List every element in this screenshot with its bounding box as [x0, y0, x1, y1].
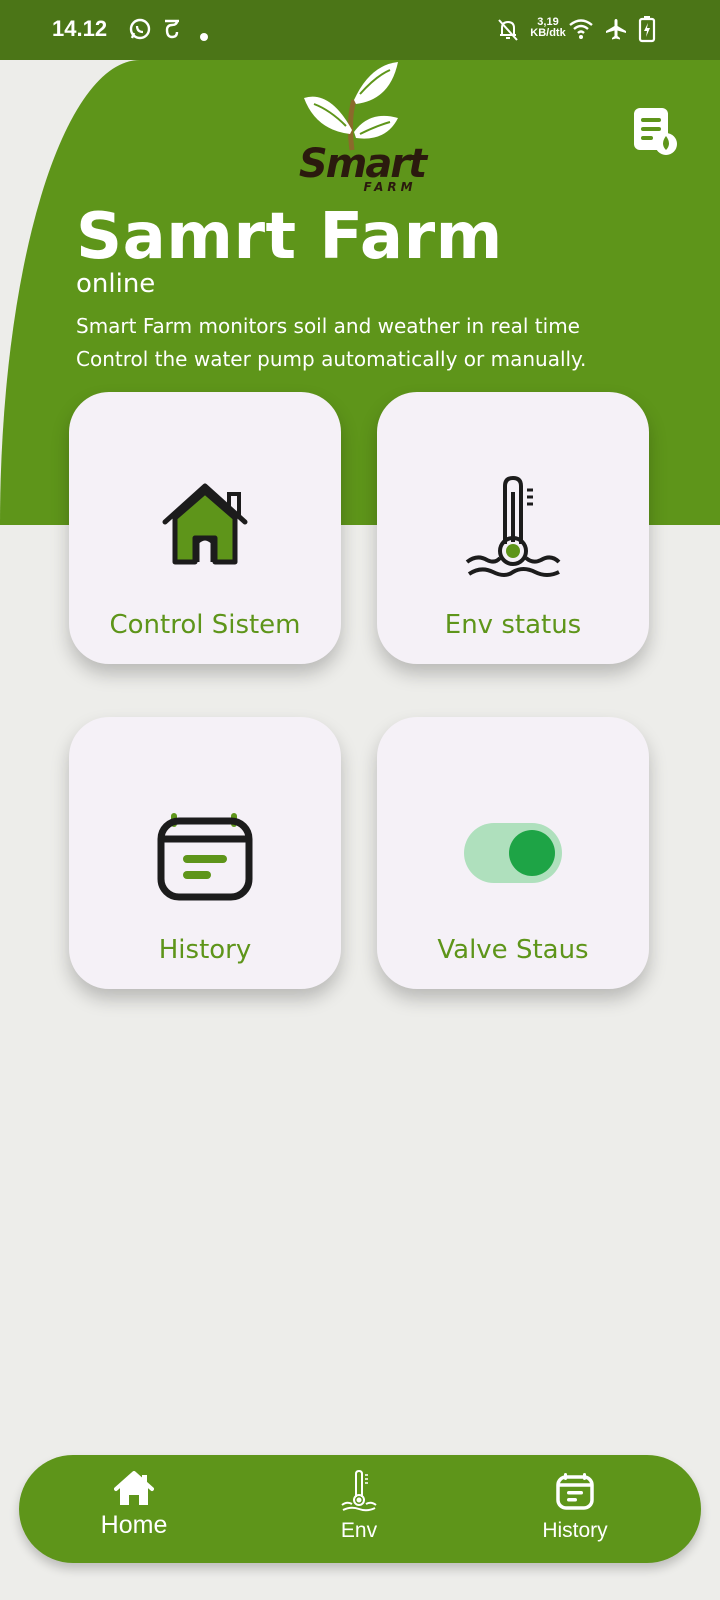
wifi-icon — [568, 18, 594, 44]
card-label: History — [158, 935, 252, 965]
status-bar: 14.12 3,19 KB/dtk — [0, 0, 720, 60]
home-icon — [114, 1471, 154, 1505]
bell-off-icon — [497, 18, 519, 46]
nav-home[interactable]: Home — [69, 1455, 199, 1563]
status-time: 14.12 — [52, 16, 108, 41]
bottom-navigation: Home Env History — [19, 1455, 701, 1563]
page-title: Samrt Farm — [76, 200, 503, 274]
card-label: Valve Staus — [437, 935, 589, 965]
connection-status: online — [76, 269, 156, 299]
house-icon — [149, 472, 261, 584]
nav-label: History — [542, 1519, 608, 1542]
description-line-2: Control the water pump automatically or … — [76, 347, 587, 371]
logo-sub: FARM — [363, 180, 416, 194]
nav-env[interactable]: Env — [309, 1455, 409, 1563]
description: Smart Farm monitors soil and weather in … — [76, 310, 586, 376]
calendar-icon — [556, 1473, 594, 1510]
nav-label: Home — [100, 1511, 168, 1539]
toggle-icon — [457, 797, 569, 909]
notification-dot-icon — [200, 26, 208, 45]
card-label: Control Sistem — [109, 610, 301, 640]
history-card[interactable]: History — [69, 717, 341, 989]
calendar-icon — [149, 797, 261, 909]
whatsapp-icon — [128, 17, 152, 45]
battery-charging-icon — [638, 15, 656, 47]
control-system-card[interactable]: Control Sistem — [69, 392, 341, 664]
net-speed: 3,19 KB/dtk — [528, 17, 568, 39]
airplane-icon — [604, 17, 628, 45]
net-speed-unit: KB/dtk — [530, 27, 566, 39]
sim-icon — [162, 17, 182, 45]
card-label: Env status — [444, 610, 582, 640]
description-line-1: Smart Farm monitors soil and weather in … — [76, 314, 580, 338]
valve-status-card[interactable]: Valve Staus — [377, 717, 649, 989]
nav-label: Env — [340, 1519, 378, 1542]
thermometer-icon — [457, 472, 569, 584]
nav-history[interactable]: History — [525, 1455, 625, 1563]
smart-farm-logo: Smart FARM — [290, 60, 435, 200]
thermometer-icon — [341, 1469, 377, 1512]
report-icon[interactable] — [632, 106, 680, 158]
env-status-card[interactable]: Env status — [377, 392, 649, 664]
